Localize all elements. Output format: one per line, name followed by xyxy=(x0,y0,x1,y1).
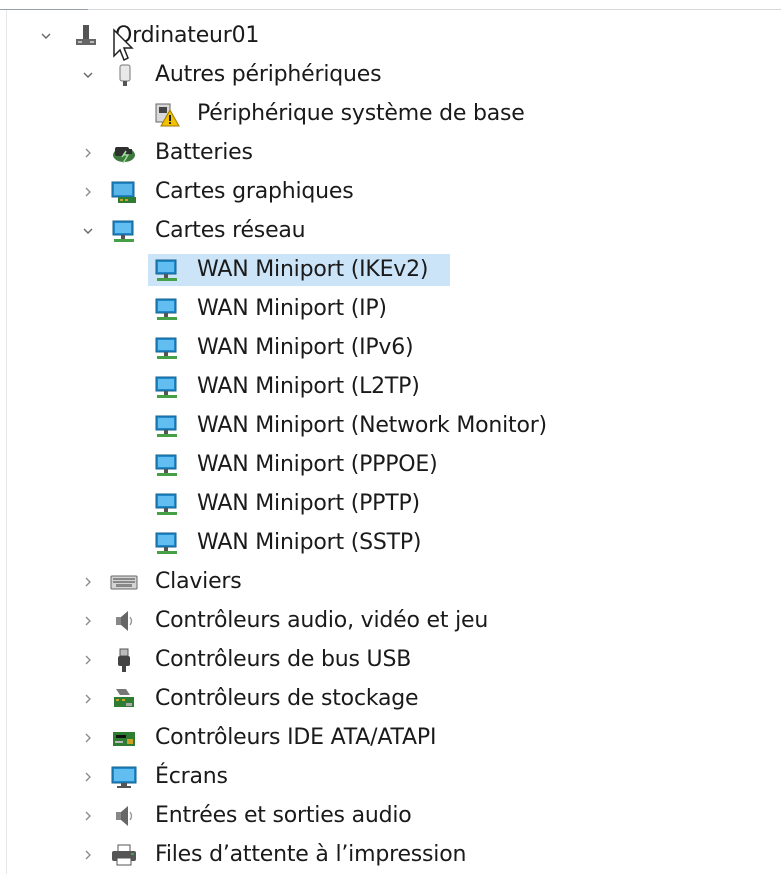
tree-item-label: WAN Miniport (IKEv2) xyxy=(197,257,429,282)
tree-item-label: Entrées et sorties audio xyxy=(155,803,412,828)
tree-item-cartes-reseau[interactable]: Cartes réseau xyxy=(0,211,781,250)
network-adapter-icon xyxy=(153,490,181,518)
tree-item-entrees-sorties-audio[interactable]: Entrées et sorties audio xyxy=(0,796,781,835)
tree-item-label: Autres périphériques xyxy=(155,62,382,87)
tree-item-files-attente-impression[interactable]: Files d’attente à l’impression xyxy=(0,835,781,874)
tree-item-label: WAN Miniport (Network Monitor) xyxy=(197,413,547,438)
tree-item-label: WAN Miniport (IPv6) xyxy=(197,335,414,360)
tree-item-label: Contrôleurs de stockage xyxy=(155,686,419,711)
unknown-device-icon xyxy=(112,61,140,89)
chevron-down-icon[interactable] xyxy=(38,16,54,55)
chevron-right-icon[interactable] xyxy=(80,718,96,757)
network-adapter-icon xyxy=(153,295,181,323)
tree-item-controleurs-audio-video-jeu[interactable]: Contrôleurs audio, vidéo et jeu xyxy=(0,601,781,640)
tree-item-peripherique-systeme-de-base[interactable]: Périphérique système de base xyxy=(0,94,781,133)
chevron-right-icon[interactable] xyxy=(80,796,96,835)
tree-item-controleurs-bus-usb[interactable]: Contrôleurs de bus USB xyxy=(0,640,781,679)
tree-item-label: Contrôleurs IDE ATA/ATAPI xyxy=(155,725,437,750)
network-adapter-icon xyxy=(153,373,181,401)
tree-item-batteries[interactable]: Batteries xyxy=(0,133,781,172)
tree-item-label: WAN Miniport (L2TP) xyxy=(197,374,420,399)
tree-item-label: Écrans xyxy=(155,764,228,789)
tree-item-label: WAN Miniport (PPPOE) xyxy=(197,452,438,477)
usb-icon xyxy=(110,646,138,674)
window-top-border xyxy=(0,0,781,14)
network-adapter-icon xyxy=(110,217,138,245)
tree-item-label: Claviers xyxy=(155,569,242,594)
mouse-cursor-icon xyxy=(113,28,134,62)
tree-item-wan-miniport-ip[interactable]: WAN Miniport (IP) xyxy=(0,289,781,328)
network-adapter-icon xyxy=(153,334,181,362)
tree-item-controleurs-ide-ata-atapi[interactable]: Contrôleurs IDE ATA/ATAPI xyxy=(0,718,781,757)
network-adapter-icon xyxy=(153,529,181,557)
tree-item-label: Cartes graphiques xyxy=(155,179,354,204)
tree-item-label: Files d’attente à l’impression xyxy=(155,842,467,867)
tree-item-ecrans[interactable]: Écrans xyxy=(0,757,781,796)
chevron-right-icon[interactable] xyxy=(80,640,96,679)
printer-icon xyxy=(110,841,138,869)
tree-item-wan-miniport-ikev2[interactable]: WAN Miniport (IKEv2) xyxy=(0,250,781,289)
chevron-right-icon[interactable] xyxy=(80,133,96,172)
tree-item-label: Contrôleurs audio, vidéo et jeu xyxy=(155,608,489,633)
tree-item-label: WAN Miniport (PPTP) xyxy=(197,491,420,516)
tree-item-label: Cartes réseau xyxy=(155,218,306,243)
tree-item-label: Batteries xyxy=(155,140,253,165)
tree-item-wan-miniport-pptp[interactable]: WAN Miniport (PPTP) xyxy=(0,484,781,523)
display-adapter-icon xyxy=(110,178,138,206)
tree-item-wan-miniport-l2tp[interactable]: WAN Miniport (L2TP) xyxy=(0,367,781,406)
chevron-right-icon[interactable] xyxy=(80,835,96,874)
device-tree: Ordinateur01 Autres périphériques Périph… xyxy=(0,16,781,874)
network-adapter-icon xyxy=(153,451,181,479)
speaker-icon xyxy=(110,802,138,830)
tree-item-label: WAN Miniport (SSTP) xyxy=(197,530,422,555)
storage-controller-icon xyxy=(110,685,138,713)
chevron-right-icon[interactable] xyxy=(80,601,96,640)
tree-item-label: WAN Miniport (IP) xyxy=(197,296,387,321)
battery-icon xyxy=(110,139,138,167)
tree-item-label: Périphérique système de base xyxy=(197,101,525,126)
chevron-down-icon[interactable] xyxy=(80,55,96,94)
ide-controller-icon xyxy=(110,724,138,752)
network-adapter-icon xyxy=(153,412,181,440)
warning-device-icon xyxy=(153,100,181,128)
computer-icon xyxy=(72,22,100,50)
keyboard-icon xyxy=(110,568,138,596)
chevron-right-icon[interactable] xyxy=(80,679,96,718)
tree-item-cartes-graphiques[interactable]: Cartes graphiques xyxy=(0,172,781,211)
network-adapter-icon xyxy=(153,256,181,284)
tree-item-wan-miniport-network-monitor[interactable]: WAN Miniport (Network Monitor) xyxy=(0,406,781,445)
tree-item-wan-miniport-sstp[interactable]: WAN Miniport (SSTP) xyxy=(0,523,781,562)
tree-item-wan-miniport-ipv6[interactable]: WAN Miniport (IPv6) xyxy=(0,328,781,367)
monitor-icon xyxy=(110,763,138,791)
chevron-right-icon[interactable] xyxy=(80,562,96,601)
chevron-right-icon[interactable] xyxy=(80,172,96,211)
tree-item-claviers[interactable]: Claviers xyxy=(0,562,781,601)
tree-item-label: Ordinateur01 xyxy=(115,23,260,48)
speaker-icon xyxy=(110,607,138,635)
tree-item-label: Contrôleurs de bus USB xyxy=(155,647,412,672)
chevron-down-icon[interactable] xyxy=(80,211,96,250)
chevron-right-icon[interactable] xyxy=(80,757,96,796)
tree-item-controleurs-stockage[interactable]: Contrôleurs de stockage xyxy=(0,679,781,718)
tree-item-wan-miniport-pppoe[interactable]: WAN Miniport (PPPOE) xyxy=(0,445,781,484)
